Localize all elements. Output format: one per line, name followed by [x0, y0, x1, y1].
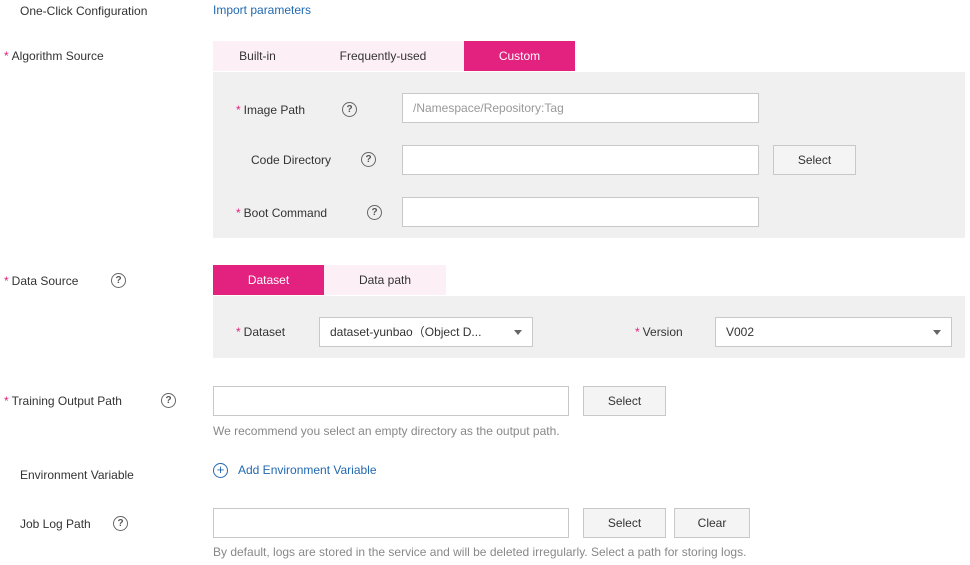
chevron-down-icon [514, 330, 522, 335]
code-directory-input[interactable] [402, 145, 759, 175]
job-log-clear-button[interactable]: Clear [674, 508, 750, 538]
tab-dataset[interactable]: Dataset [213, 265, 324, 295]
job-log-path-input[interactable] [213, 508, 569, 538]
image-path-label: * Image Path [236, 102, 305, 118]
plus-circle-icon: + [213, 463, 228, 479]
job-log-path-label: Job Log Path [20, 517, 91, 531]
boot-command-text: Boot Command [243, 206, 328, 220]
tab-frequently-used[interactable]: Frequently-used [302, 41, 464, 71]
boot-command-help-icon[interactable]: ? [367, 205, 382, 220]
training-output-select-button[interactable]: Select [583, 386, 666, 416]
required-asterisk: * [236, 325, 241, 339]
boot-command-input[interactable] [402, 197, 759, 227]
environment-variable-label: Environment Variable [20, 468, 134, 482]
training-output-label: * Training Output Path [4, 393, 122, 409]
image-path-help-icon[interactable]: ? [342, 102, 357, 117]
boot-command-label: * Boot Command [236, 205, 327, 221]
custom-algorithm-panel: * Image Path ? /Namespace/Repository:Tag … [213, 72, 965, 238]
image-path-placeholder: /Namespace/Repository:Tag [413, 101, 564, 115]
tab-built-in[interactable]: Built-in [213, 41, 302, 71]
image-path-text: Image Path [243, 103, 306, 117]
dataset-panel: * Dataset dataset-yunbao（Object D... * Ver… [213, 296, 965, 358]
add-environment-variable-button[interactable]: + Add Environment Variable [213, 463, 377, 479]
code-directory-help-icon[interactable]: ? [361, 152, 376, 167]
required-asterisk: * [236, 206, 241, 220]
required-asterisk: * [4, 274, 9, 288]
tab-data-path[interactable]: Data path [324, 265, 446, 295]
training-output-help-icon[interactable]: ? [161, 393, 176, 408]
import-parameters-link[interactable]: Import parameters [213, 3, 311, 17]
training-output-text: Training Output Path [11, 394, 122, 408]
code-directory-select-button[interactable]: Select [773, 145, 856, 175]
algorithm-source-label: * Algorithm Source [4, 48, 104, 64]
data-source-text: Data Source [11, 274, 79, 288]
job-log-path-help-icon[interactable]: ? [113, 516, 128, 531]
training-output-hint: We recommend you select an empty directo… [213, 424, 560, 438]
add-environment-variable-text: Add Environment Variable [238, 463, 377, 477]
version-value: V002 [726, 325, 755, 339]
dataset-label: * Dataset [236, 324, 285, 340]
data-source-help-icon[interactable]: ? [111, 273, 126, 288]
version-label: * Version [635, 324, 683, 340]
dataset-value: dataset-yunbao（Object D... [330, 325, 482, 339]
one-click-config-label: One-Click Configuration [20, 4, 148, 18]
training-output-input[interactable] [213, 386, 569, 416]
algorithm-source-text: Algorithm Source [11, 49, 104, 63]
dataset-select[interactable]: dataset-yunbao（Object D... [319, 317, 533, 347]
job-log-hint: By default, logs are stored in the servi… [213, 545, 747, 559]
code-directory-label: Code Directory [251, 153, 332, 167]
chevron-down-icon [933, 330, 941, 335]
dataset-text: Dataset [243, 325, 286, 339]
required-asterisk: * [236, 103, 241, 117]
version-select[interactable]: V002 [715, 317, 952, 347]
required-asterisk: * [4, 49, 9, 63]
data-source-label: * Data Source [4, 273, 78, 289]
required-asterisk: * [4, 394, 9, 408]
required-asterisk: * [635, 325, 640, 339]
image-path-input[interactable]: /Namespace/Repository:Tag [402, 93, 759, 123]
job-log-select-button[interactable]: Select [583, 508, 666, 538]
tab-custom[interactable]: Custom [464, 41, 575, 71]
version-text: Version [642, 325, 683, 339]
